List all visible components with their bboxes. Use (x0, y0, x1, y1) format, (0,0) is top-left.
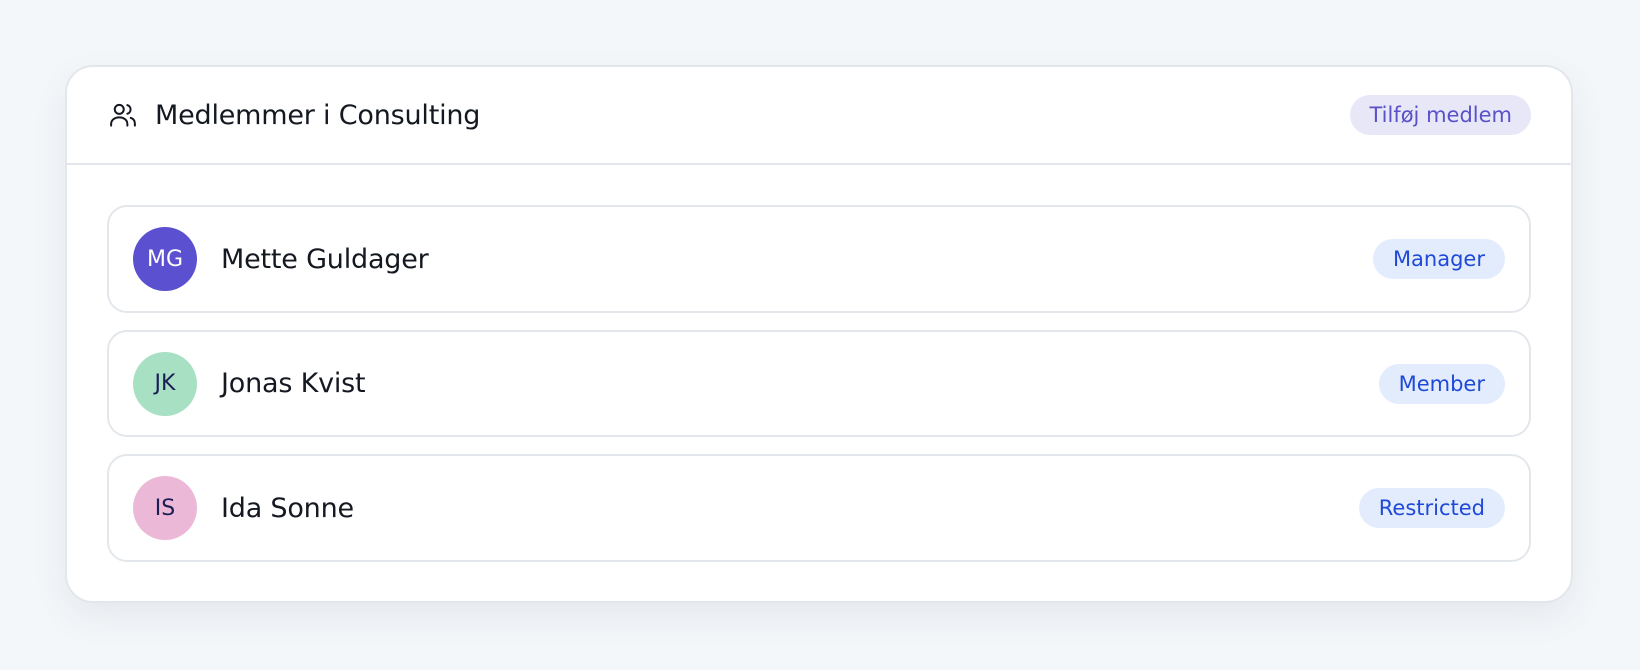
member-name: Jonas Kvist (221, 368, 366, 399)
member-row[interactable]: MG Mette Guldager Manager (107, 205, 1531, 313)
add-member-button[interactable]: Tilføj medlem (1350, 95, 1531, 135)
member-name: Ida Sonne (221, 492, 354, 524)
avatar: MG (133, 227, 197, 291)
page-title: Medlemmer i Consulting (155, 99, 481, 131)
role-badge[interactable]: Manager (1372, 239, 1505, 279)
avatar: IS (133, 476, 197, 540)
member-list: MG Mette Guldager Manager JK Jonas Kvist… (67, 165, 1571, 562)
member-row[interactable]: JK Jonas Kvist Member (107, 330, 1531, 437)
role-badge[interactable]: Restricted (1358, 488, 1505, 528)
members-card: Medlemmer i Consulting Tilføj medlem MG … (65, 65, 1573, 603)
avatar: JK (133, 351, 197, 416)
role-badge[interactable]: Member (1378, 363, 1505, 404)
users-icon (107, 99, 139, 131)
card-header: Medlemmer i Consulting Tilføj medlem (67, 67, 1571, 165)
member-name: Mette Guldager (221, 243, 429, 275)
member-row[interactable]: IS Ida Sonne Restricted (107, 454, 1531, 562)
